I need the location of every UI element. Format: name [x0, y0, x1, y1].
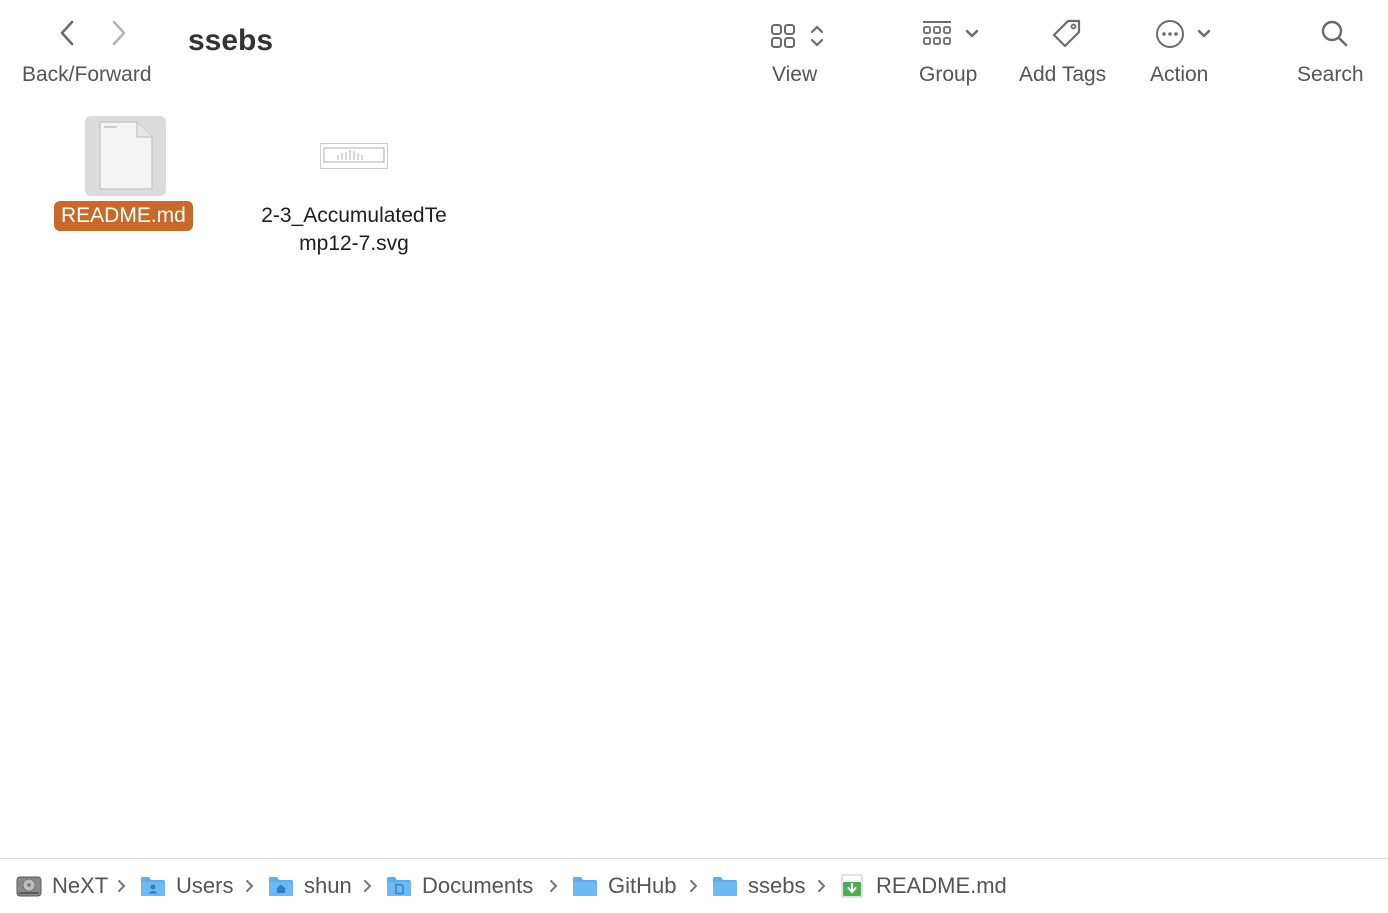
path-separator-chevron-icon: [550, 880, 557, 892]
hard-drive-icon: [16, 876, 42, 897]
path-item-label: GitHub: [608, 873, 677, 898]
path-item-label: ssebs: [748, 873, 806, 898]
add-tags-label: Add Tags: [1019, 63, 1107, 86]
path-item-label: Documents: [422, 873, 534, 898]
path-item-users[interactable]: Users: [140, 859, 233, 913]
path-separator-chevron-icon: [364, 880, 371, 892]
svg-thumbnail-icon: [320, 143, 388, 169]
markdown-file-icon: [841, 874, 863, 898]
group-button[interactable]: Group: [916, 14, 988, 94]
view-button[interactable]: View: [766, 14, 836, 94]
back-forward-label: Back/Forward: [22, 63, 152, 86]
path-item-ssebs[interactable]: ssebs: [712, 859, 805, 913]
path-item-shun[interactable]: shun: [268, 859, 352, 913]
action-label: Action: [1150, 63, 1209, 86]
path-item-label: NeXT: [52, 873, 109, 898]
path-separator-chevron-icon: [818, 880, 825, 892]
group-grid-icon: [923, 21, 951, 45]
add-tags-button[interactable]: Add Tags: [1016, 14, 1120, 94]
file-item-readme[interactable]: README.md: [0, 100, 250, 250]
path-item-github[interactable]: GitHub: [572, 859, 676, 913]
up-down-chevron-icon: [810, 25, 824, 47]
group-label: Group: [919, 63, 978, 86]
path-item-documents[interactable]: Documents: [386, 859, 533, 913]
home-folder-icon: [269, 877, 293, 896]
path-item-label: shun: [304, 873, 352, 898]
window-title: ssebs: [188, 24, 274, 57]
path-separator-chevron-icon: [118, 880, 125, 892]
chevron-down-icon: [965, 29, 979, 38]
chevron-down-icon: [1197, 29, 1211, 38]
search-icon: [1321, 20, 1348, 47]
search-label: Search: [1297, 63, 1364, 86]
documents-folder-icon: [387, 877, 411, 896]
grid-view-icon: [771, 24, 795, 48]
folder-icon: [713, 877, 737, 896]
search-button[interactable]: Search: [1294, 14, 1374, 94]
path-bar: NeXT Users shun Documents GitHub ssebs R…: [0, 858, 1388, 913]
chevron-left-icon: [60, 20, 74, 46]
ellipsis-circle-icon: [1156, 20, 1184, 48]
document-icon: [99, 121, 153, 190]
tag-icon: [1052, 19, 1081, 48]
file-grid: README.md 2-3_AccumulatedTe mp12-7.svg: [0, 100, 1388, 858]
path-item-readme[interactable]: README.md: [840, 859, 1007, 913]
path-item-label: Users: [176, 873, 234, 898]
action-button[interactable]: Action: [1146, 14, 1222, 94]
path-separator-chevron-icon: [690, 880, 697, 892]
file-name-line: mp12-7.svg: [299, 232, 409, 255]
forward-button[interactable]: [102, 16, 134, 50]
file-item-svg[interactable]: 2-3_AccumulatedTe mp12-7.svg: [240, 100, 470, 270]
path-item-next[interactable]: NeXT: [16, 859, 108, 913]
view-label: View: [772, 63, 818, 86]
back-button[interactable]: [52, 16, 84, 50]
users-folder-icon: [141, 877, 165, 896]
file-name: 2-3_AccumulatedTe mp12-7.svg: [240, 202, 468, 258]
file-name: README.md: [54, 201, 193, 231]
path-separator-chevron-icon: [246, 880, 253, 892]
file-name-line: 2-3_AccumulatedTe: [261, 204, 447, 227]
folder-icon: [573, 877, 597, 896]
path-item-label: README.md: [876, 873, 1007, 898]
toolbar: Back/Forward ssebs View Group Add Tags A…: [0, 0, 1388, 100]
chevron-right-icon: [112, 20, 126, 46]
